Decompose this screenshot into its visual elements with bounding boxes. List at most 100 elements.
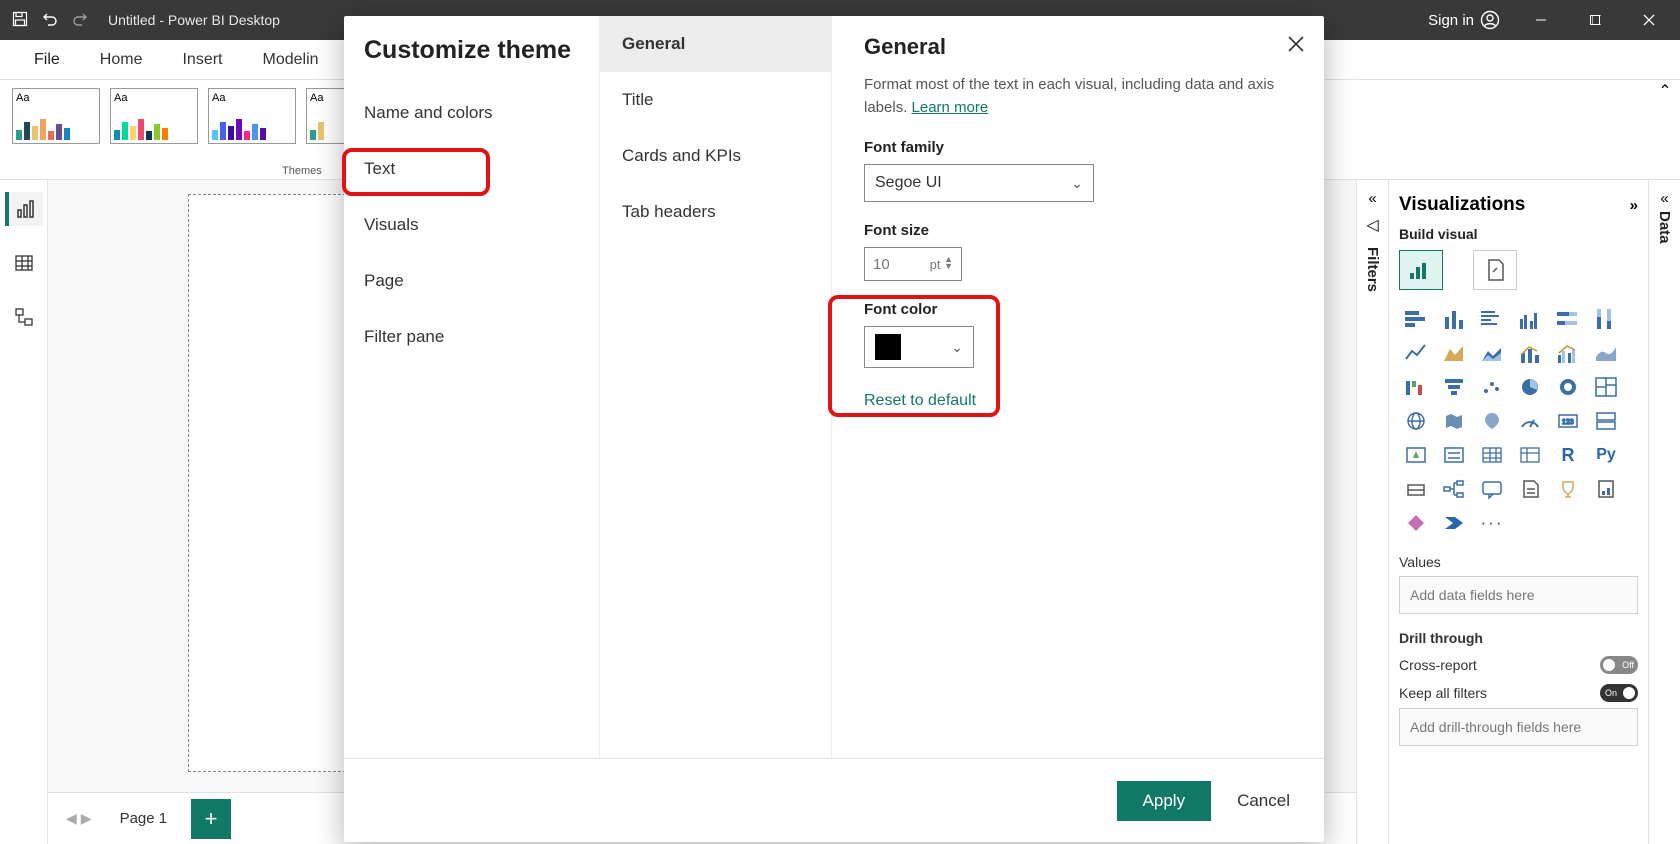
themes-group-label: Themes <box>282 165 322 177</box>
theme-thumb-1[interactable]: Aa <box>12 88 100 144</box>
cat-visuals[interactable]: Visuals <box>344 197 599 253</box>
data-pane-collapsed[interactable]: « Data <box>1648 180 1680 844</box>
subcat-tab-headers[interactable]: Tab headers <box>600 184 831 240</box>
slicer-icon[interactable] <box>1437 440 1471 470</box>
tab-home[interactable]: Home <box>84 45 159 75</box>
undo-icon[interactable] <box>42 11 58 30</box>
clustered-bar-icon[interactable] <box>1475 304 1509 334</box>
svg-text:123: 123 <box>1562 419 1574 426</box>
cat-text[interactable]: Text <box>344 141 599 197</box>
card-icon[interactable]: 123 <box>1551 406 1585 436</box>
collapse-left-icon[interactable]: « <box>1368 190 1376 207</box>
azure-map-icon[interactable] <box>1475 406 1509 436</box>
page-prev-icon[interactable]: ◀ <box>66 810 77 827</box>
dialog-close-button[interactable] <box>1282 30 1310 58</box>
apply-button[interactable]: Apply <box>1117 781 1212 821</box>
font-size-label: Font size <box>864 222 1292 239</box>
power-automate-icon[interactable] <box>1437 508 1471 538</box>
line-chart-icon[interactable] <box>1399 338 1433 368</box>
table-icon[interactable] <box>1475 440 1509 470</box>
font-family-value: Segoe UI <box>875 174 942 192</box>
values-well[interactable]: Add data fields here <box>1399 576 1638 614</box>
donut-icon[interactable] <box>1551 372 1585 402</box>
multi-row-card-icon[interactable] <box>1589 406 1623 436</box>
subcat-cards[interactable]: Cards and KPIs <box>600 128 831 184</box>
smart-narrative-icon[interactable] <box>1513 474 1547 504</box>
close-button[interactable] <box>1626 0 1672 40</box>
key-influencers-icon[interactable] <box>1399 474 1433 504</box>
tab-modeling[interactable]: Modelin <box>246 45 334 75</box>
font-color-picker[interactable]: ⌄ <box>864 326 974 368</box>
learn-more-link[interactable]: Learn more <box>912 99 989 116</box>
power-apps-icon[interactable] <box>1399 508 1433 538</box>
ribbon-chart-icon[interactable] <box>1589 338 1623 368</box>
paginated-report-icon[interactable] <box>1589 474 1623 504</box>
save-icon[interactable] <box>12 11 28 30</box>
hundred-stacked-column-icon[interactable] <box>1589 304 1623 334</box>
map-icon[interactable] <box>1399 406 1433 436</box>
page-next-icon[interactable]: ▶ <box>81 810 92 827</box>
font-family-select[interactable]: Segoe UI ⌄ <box>864 164 1094 202</box>
tab-insert[interactable]: Insert <box>166 45 238 75</box>
subcat-general[interactable]: General <box>600 16 831 72</box>
stacked-area-icon[interactable] <box>1475 338 1509 368</box>
r-visual-icon[interactable]: R <box>1551 440 1585 470</box>
font-color-label: Font color <box>864 301 1292 318</box>
gauge-icon[interactable] <box>1513 406 1547 436</box>
view-data-icon[interactable] <box>5 246 43 280</box>
reset-to-default-link[interactable]: Reset to default <box>864 392 976 410</box>
cross-report-toggle[interactable]: Off <box>1600 656 1638 674</box>
add-page-button[interactable]: + <box>191 799 231 839</box>
filters-pane-collapsed[interactable]: « ◁ Filters <box>1356 180 1388 844</box>
data-label: Data <box>1656 211 1673 244</box>
drill-through-well[interactable]: Add drill-through fields here <box>1399 708 1638 746</box>
pie-icon[interactable] <box>1513 372 1547 402</box>
view-model-icon[interactable] <box>5 300 43 334</box>
theme-subcategory-list: General Title Cards and KPIs Tab headers <box>600 16 832 758</box>
goals-icon[interactable] <box>1551 474 1585 504</box>
font-size-spinner[interactable]: 10 pt ▲▼ <box>864 247 962 281</box>
theme-thumb-4[interactable]: Aa <box>306 88 346 144</box>
minimize-button[interactable] <box>1518 0 1564 40</box>
clustered-column-icon[interactable] <box>1513 304 1547 334</box>
stacked-bar-icon[interactable] <box>1399 304 1433 334</box>
signin-button[interactable]: Sign in <box>1418 10 1510 30</box>
python-visual-icon[interactable]: Py <box>1589 440 1623 470</box>
user-icon <box>1480 10 1500 30</box>
cat-filter-pane[interactable]: Filter pane <box>344 309 599 365</box>
panel-description: Format most of the text in each visual, … <box>864 74 1292 119</box>
ribbon-expand-icon[interactable]: ⌃ <box>1654 80 1676 102</box>
line-clustered-column-icon[interactable] <box>1551 338 1585 368</box>
page-tab-1[interactable]: Page 1 <box>102 804 186 833</box>
collapse-left-icon-2[interactable]: « <box>1660 190 1668 207</box>
decomposition-tree-icon[interactable] <box>1437 474 1471 504</box>
more-visuals-icon[interactable]: ··· <box>1475 508 1509 538</box>
redo-icon[interactable] <box>72 11 88 30</box>
area-chart-icon[interactable] <box>1437 338 1471 368</box>
kpi-icon[interactable] <box>1399 440 1433 470</box>
build-visual-tab[interactable] <box>1399 250 1443 290</box>
scatter-icon[interactable] <box>1475 372 1509 402</box>
format-visual-tab[interactable] <box>1473 250 1517 290</box>
matrix-icon[interactable] <box>1513 440 1547 470</box>
filled-map-icon[interactable] <box>1437 406 1471 436</box>
maximize-button[interactable] <box>1572 0 1618 40</box>
line-stacked-column-icon[interactable] <box>1513 338 1547 368</box>
view-report-icon[interactable] <box>5 192 43 226</box>
tab-file[interactable]: File <box>18 45 76 75</box>
cancel-button[interactable]: Cancel <box>1237 791 1290 811</box>
stacked-column-icon[interactable] <box>1437 304 1471 334</box>
spinner-arrows-icon[interactable]: ▲▼ <box>944 256 953 270</box>
theme-thumb-2[interactable]: Aa <box>110 88 198 144</box>
keep-filters-toggle[interactable]: On <box>1600 684 1638 702</box>
hundred-stacked-bar-icon[interactable] <box>1551 304 1585 334</box>
cat-name-colors[interactable]: Name and colors <box>344 85 599 141</box>
expand-right-icon[interactable]: » <box>1630 197 1638 214</box>
waterfall-icon[interactable] <box>1399 372 1433 402</box>
treemap-icon[interactable] <box>1589 372 1623 402</box>
theme-thumb-3[interactable]: Aa <box>208 88 296 144</box>
funnel-icon[interactable] <box>1437 372 1471 402</box>
qa-visual-icon[interactable] <box>1475 474 1509 504</box>
subcat-title[interactable]: Title <box>600 72 831 128</box>
cat-page[interactable]: Page <box>344 253 599 309</box>
